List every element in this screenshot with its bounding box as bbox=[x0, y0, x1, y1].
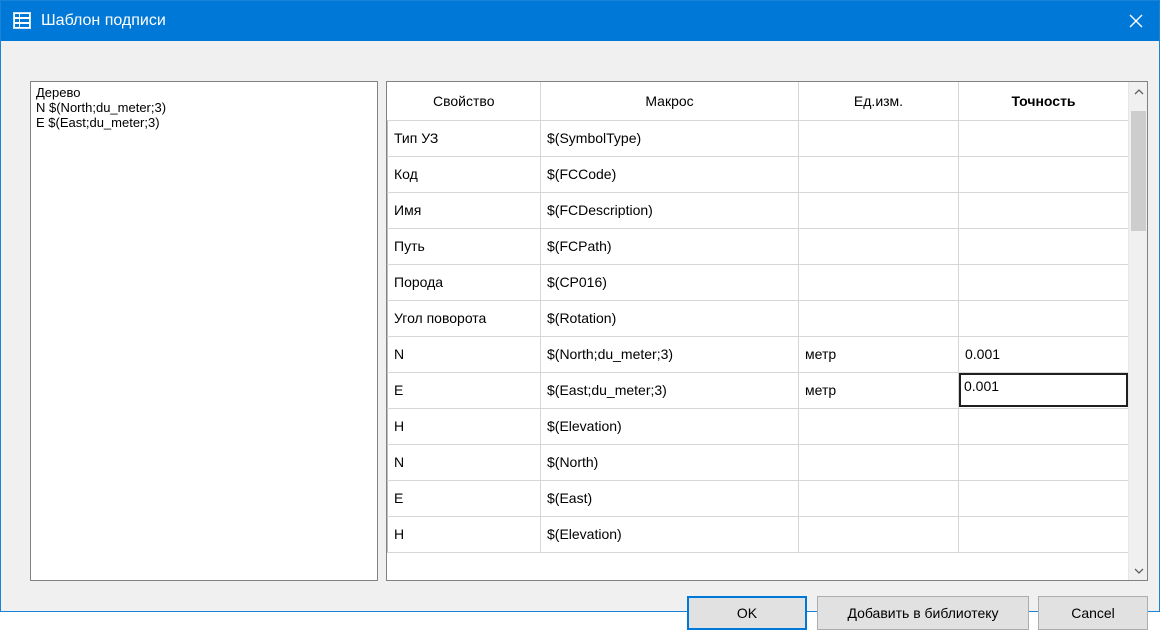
table-row[interactable]: N $(North;du_meter;3) метр 0.001 bbox=[387, 336, 1129, 373]
precision-cell-editing[interactable]: 0.001 bbox=[958, 372, 1129, 409]
table-row[interactable]: Путь $(FCPath) bbox=[387, 228, 1129, 265]
table-row[interactable]: H $(Elevation) bbox=[387, 516, 1129, 553]
property-cell[interactable]: E bbox=[387, 480, 541, 517]
property-cell[interactable]: N bbox=[387, 336, 541, 373]
close-button[interactable] bbox=[1113, 1, 1159, 41]
unit-cell[interactable] bbox=[798, 120, 959, 157]
property-cell[interactable]: Имя bbox=[387, 192, 541, 229]
property-cell[interactable]: N bbox=[387, 444, 541, 481]
window-title: Шаблон подписи bbox=[41, 12, 166, 29]
table-row[interactable]: Тип УЗ $(SymbolType) bbox=[387, 120, 1129, 157]
precision-cell[interactable] bbox=[958, 408, 1129, 445]
macro-cell[interactable]: $(North;du_meter;3) bbox=[540, 336, 799, 373]
table-row[interactable]: H $(Elevation) bbox=[387, 408, 1129, 445]
unit-cell[interactable]: метр bbox=[798, 336, 959, 373]
unit-cell[interactable] bbox=[798, 480, 959, 517]
scroll-up-button[interactable] bbox=[1129, 82, 1147, 101]
macro-cell[interactable]: $(East;du_meter;3) bbox=[540, 372, 799, 409]
macro-cell[interactable]: $(FCPath) bbox=[540, 228, 799, 265]
column-header-precision[interactable]: Точность bbox=[958, 82, 1129, 121]
cancel-button[interactable]: Cancel bbox=[1038, 596, 1148, 630]
precision-cell[interactable] bbox=[958, 300, 1129, 337]
macro-cell[interactable]: $(CP016) bbox=[540, 264, 799, 301]
unit-cell[interactable] bbox=[798, 444, 959, 481]
table-row[interactable]: Код $(FCCode) bbox=[387, 156, 1129, 193]
vertical-scrollbar[interactable] bbox=[1128, 82, 1147, 580]
properties-grid[interactable]: Свойство Макрос Ед.изм. Точность Тип УЗ … bbox=[386, 81, 1148, 581]
table-row[interactable]: E $(East) bbox=[387, 480, 1129, 517]
macro-cell[interactable]: $(Rotation) bbox=[540, 300, 799, 337]
macro-cell[interactable]: $(Elevation) bbox=[540, 516, 799, 553]
precision-cell[interactable] bbox=[958, 156, 1129, 193]
table-icon bbox=[13, 12, 31, 29]
property-cell[interactable]: Угол поворота bbox=[387, 300, 541, 337]
unit-cell[interactable]: метр bbox=[798, 372, 959, 409]
property-cell[interactable]: H bbox=[387, 516, 541, 553]
precision-cell[interactable] bbox=[958, 120, 1129, 157]
property-cell[interactable]: E bbox=[387, 372, 541, 409]
macro-cell[interactable]: $(SymbolType) bbox=[540, 120, 799, 157]
unit-cell[interactable] bbox=[798, 516, 959, 553]
precision-cell[interactable] bbox=[958, 480, 1129, 517]
table-row[interactable]: Порода $(CP016) bbox=[387, 264, 1129, 301]
precision-cell[interactable] bbox=[958, 264, 1129, 301]
column-header-unit[interactable]: Ед.изм. bbox=[798, 82, 959, 121]
property-cell[interactable]: Порода bbox=[387, 264, 541, 301]
tree-root[interactable]: Дерево bbox=[36, 85, 372, 100]
scroll-down-button[interactable] bbox=[1129, 561, 1147, 580]
ok-button[interactable]: OK bbox=[687, 596, 807, 630]
add-to-library-button[interactable]: Добавить в библиотеку bbox=[817, 596, 1029, 630]
macro-cell[interactable]: $(North) bbox=[540, 444, 799, 481]
tree-item[interactable]: E $(East;du_meter;3) bbox=[36, 115, 372, 130]
table-row[interactable]: N $(North) bbox=[387, 444, 1129, 481]
precision-cell[interactable] bbox=[958, 516, 1129, 553]
precision-edit-field[interactable]: 0.001 bbox=[959, 373, 1128, 407]
column-header-macro[interactable]: Макрос bbox=[540, 82, 799, 121]
tree-item[interactable]: N $(North;du_meter;3) bbox=[36, 100, 372, 115]
unit-cell[interactable] bbox=[798, 300, 959, 337]
macro-cell[interactable]: $(East) bbox=[540, 480, 799, 517]
table-row[interactable]: Имя $(FCDescription) bbox=[387, 192, 1129, 229]
precision-cell[interactable] bbox=[958, 444, 1129, 481]
column-header-property[interactable]: Свойство bbox=[387, 82, 541, 121]
title-bar[interactable]: Шаблон подписи bbox=[1, 1, 1159, 41]
table-row[interactable]: Угол поворота $(Rotation) bbox=[387, 300, 1129, 337]
label-template-dialog: Шаблон подписи Дерево N $(North;du_meter… bbox=[0, 0, 1160, 630]
unit-cell[interactable] bbox=[798, 156, 959, 193]
property-cell[interactable]: H bbox=[387, 408, 541, 445]
precision-cell[interactable]: 0.001 bbox=[958, 336, 1129, 373]
property-cell[interactable]: Путь bbox=[387, 228, 541, 265]
chevron-down-icon bbox=[1134, 568, 1143, 574]
macro-cell[interactable]: $(Elevation) bbox=[540, 408, 799, 445]
unit-cell[interactable] bbox=[798, 192, 959, 229]
template-tree-panel[interactable]: Дерево N $(North;du_meter;3) E $(East;du… bbox=[30, 81, 378, 581]
macro-cell[interactable]: $(FCDescription) bbox=[540, 192, 799, 229]
close-icon bbox=[1129, 14, 1143, 28]
property-cell[interactable]: Тип УЗ bbox=[387, 120, 541, 157]
precision-cell[interactable] bbox=[958, 228, 1129, 265]
unit-cell[interactable] bbox=[798, 264, 959, 301]
scrollbar-thumb[interactable] bbox=[1131, 111, 1146, 231]
macro-cell[interactable]: $(FCCode) bbox=[540, 156, 799, 193]
chevron-up-icon bbox=[1134, 88, 1143, 94]
unit-cell[interactable] bbox=[798, 408, 959, 445]
property-cell[interactable]: Код bbox=[387, 156, 541, 193]
table-row[interactable]: E $(East;du_meter;3) метр 0.001 bbox=[387, 372, 1129, 409]
unit-cell[interactable] bbox=[798, 228, 959, 265]
precision-cell[interactable] bbox=[958, 192, 1129, 229]
